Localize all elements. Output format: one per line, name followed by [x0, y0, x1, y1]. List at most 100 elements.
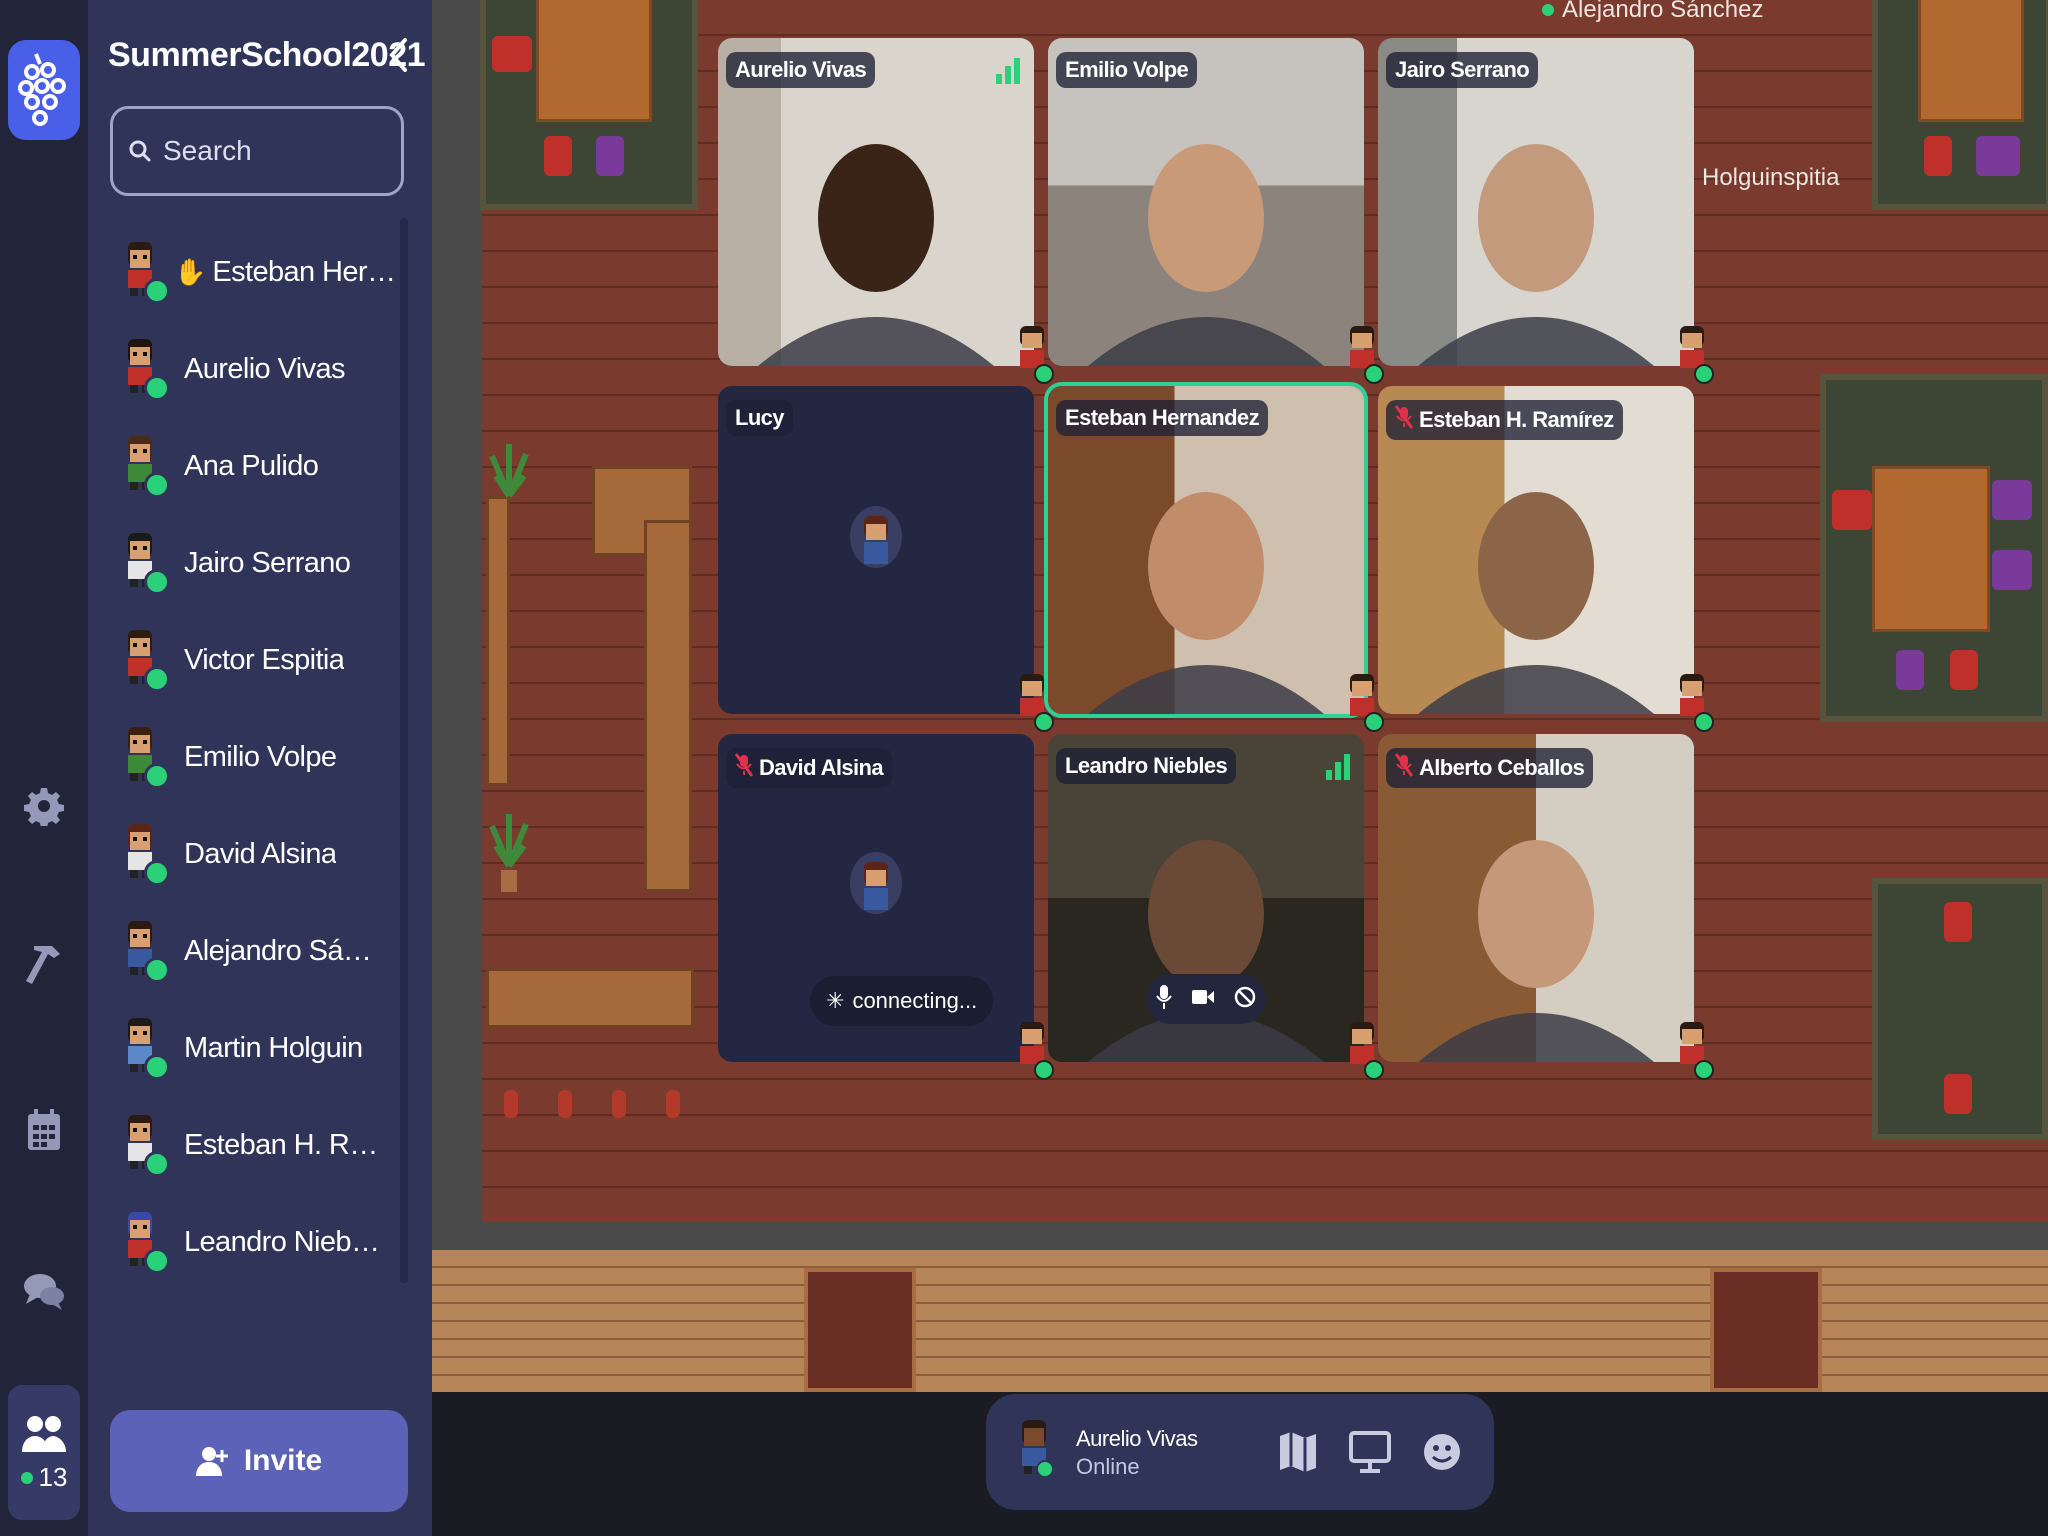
online-status-icon: [144, 472, 170, 498]
search-icon: [129, 140, 151, 162]
avatar: [850, 852, 902, 914]
person-name: Aurelio Vivas: [184, 352, 345, 385]
map-player-label: Holguinspitia: [1702, 164, 1839, 192]
mic-icon[interactable]: [1155, 984, 1172, 1015]
tile-name: Emilio Volpe: [1065, 57, 1189, 82]
sidebar-person-item[interactable]: Ana Pulido: [120, 426, 400, 506]
online-count: 13: [20, 1462, 67, 1493]
invite-button[interactable]: Invite: [110, 1410, 408, 1512]
avatar: [120, 1113, 170, 1177]
counter: [644, 520, 692, 892]
online-status-icon: [144, 1054, 170, 1080]
tile-name: Alberto Ceballos: [1419, 755, 1585, 780]
screen-share-button[interactable]: [1342, 1424, 1398, 1480]
camera-icon[interactable]: [1191, 988, 1215, 1011]
search-input[interactable]: [161, 134, 385, 168]
chevron-left-icon: [389, 38, 407, 72]
dock-user-name: Aurelio Vivas: [1076, 1426, 1198, 1451]
block-icon[interactable]: [1234, 986, 1256, 1013]
tile-name: Jairo Serrano: [1395, 57, 1530, 82]
tile-name-label: Esteban H. Ramírez: [1386, 400, 1623, 440]
collapse-sidebar-button[interactable]: [378, 30, 418, 80]
icon-rail: 13: [0, 0, 88, 1536]
avatar: [1674, 672, 1714, 732]
sidebar-person-item[interactable]: Alejandro Sánchez: [120, 911, 400, 991]
video-tile[interactable]: Leandro Niebles: [1048, 734, 1364, 1062]
invite-label: Invite: [243, 1444, 323, 1477]
muted-mic-icon: [1394, 405, 1414, 435]
video-tile[interactable]: Esteban Hernandez: [1044, 382, 1368, 718]
participants-button[interactable]: 13: [8, 1385, 80, 1520]
online-status-icon: [1034, 712, 1054, 732]
person-name: Martin Holguin: [184, 1031, 363, 1064]
meeting-rug: [1872, 0, 2048, 210]
online-dot-icon: [20, 1471, 33, 1484]
signal-strength-icon: [996, 58, 1020, 84]
person-name: Esteban Hernand...: [212, 255, 400, 288]
video-tile[interactable]: David Alsina ✳ connecting...: [718, 734, 1034, 1062]
calendar-button[interactable]: [8, 1094, 80, 1166]
online-status-icon: [144, 860, 170, 886]
sidebar-person-item[interactable]: Jairo Serrano: [120, 523, 400, 603]
space-logo-button[interactable]: [8, 40, 80, 140]
sidebar-person-item[interactable]: Leandro Niebles: [120, 1202, 400, 1282]
grapes-logo-icon: [18, 53, 66, 126]
add-user-icon: [195, 1447, 228, 1476]
avatar: [120, 434, 170, 498]
tile-name-label: David Alsina: [726, 748, 893, 788]
person-name: Victor Espitia: [184, 643, 345, 676]
online-status-icon: [1364, 364, 1384, 384]
sidebar-person-item[interactable]: ✋Esteban Hernand...: [120, 232, 400, 312]
build-button[interactable]: [8, 930, 80, 1002]
online-status-icon: [1034, 364, 1054, 384]
tile-name: Esteban Hernandez: [1065, 405, 1260, 430]
tile-name-label: Jairo Serrano: [1386, 52, 1539, 88]
online-status-icon: [1694, 364, 1714, 384]
counter: [486, 496, 510, 786]
online-status-icon: [144, 375, 170, 401]
person-name: Jairo Serrano: [184, 546, 351, 579]
sidebar-person-item[interactable]: Martin Holguin: [120, 1008, 400, 1088]
person-name: Ana Pulido: [184, 449, 319, 482]
video-tile[interactable]: Emilio Volpe: [1048, 38, 1364, 366]
user-dock: Aurelio Vivas Online: [986, 1394, 1494, 1510]
person-name: Esteban H. Ramírez: [184, 1128, 384, 1161]
emoji-button[interactable]: [1414, 1424, 1470, 1480]
sidebar-person-item[interactable]: David Alsina: [120, 814, 400, 894]
settings-button[interactable]: [8, 770, 80, 842]
sidebar-person-item[interactable]: Victor Espitia: [120, 620, 400, 700]
chat-bubbles-icon: [24, 1274, 64, 1310]
dock-user-status: Online: [1076, 1454, 1140, 1479]
online-dot-icon: [1542, 4, 1554, 16]
avatar: [1674, 1020, 1714, 1080]
online-dot-icon: [1036, 1460, 1054, 1478]
avatar: [120, 531, 170, 595]
tile-name-label: Alberto Ceballos: [1386, 748, 1594, 788]
plant-icon: [489, 814, 529, 892]
map-button[interactable]: [1270, 1424, 1326, 1480]
map-icon: [1280, 1432, 1316, 1472]
video-tile[interactable]: Alberto Ceballos: [1378, 734, 1694, 1062]
video-tile[interactable]: Aurelio Vivas: [718, 38, 1034, 366]
sidebar-person-item[interactable]: Esteban H. Ramírez: [120, 1105, 400, 1185]
map-player-name: spitia: [1783, 164, 1840, 191]
online-status-icon: [144, 666, 170, 692]
avatar[interactable]: [1014, 1418, 1054, 1478]
video-tile[interactable]: Lucy: [718, 386, 1034, 714]
online-status-icon: [144, 763, 170, 789]
search-box[interactable]: [110, 106, 404, 196]
screen-share-icon: [1349, 1431, 1391, 1473]
tile-name-label: Emilio Volpe: [1056, 52, 1198, 88]
spinner-icon: ✳: [826, 988, 845, 1013]
online-status-icon: [1364, 1060, 1384, 1080]
video-tile[interactable]: Esteban H. Ramírez: [1378, 386, 1694, 714]
person-name: Alejandro Sánchez: [184, 934, 384, 967]
sidebar-person-item[interactable]: Emilio Volpe: [120, 717, 400, 797]
video-tile[interactable]: Jairo Serrano: [1378, 38, 1694, 366]
tile-media-controls: [1146, 974, 1266, 1024]
sidebar-person-item[interactable]: Aurelio Vivas: [120, 329, 400, 409]
emoji-icon: [1424, 1434, 1460, 1470]
chat-button[interactable]: [8, 1254, 80, 1326]
virtual-space-map[interactable]: Alejandro Sánchez Holguinspitia Aurelio …: [432, 0, 2048, 1392]
online-status-icon: [144, 1151, 170, 1177]
